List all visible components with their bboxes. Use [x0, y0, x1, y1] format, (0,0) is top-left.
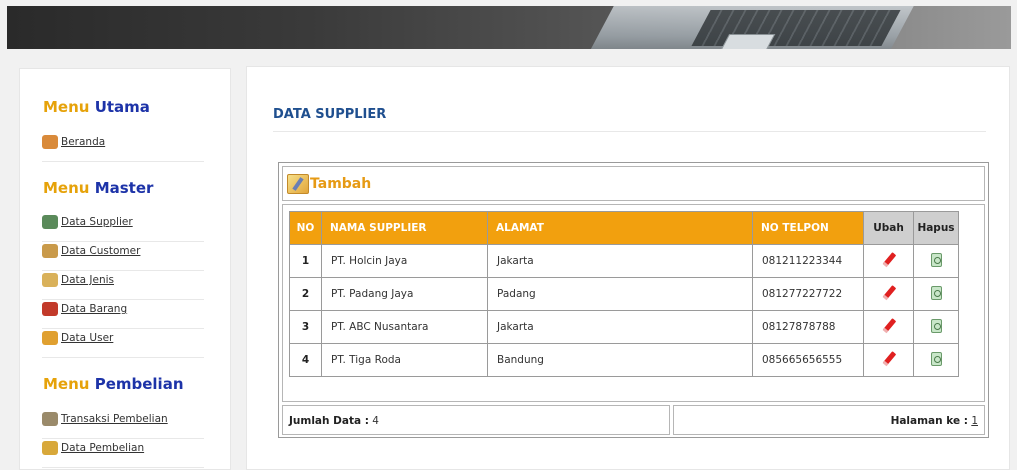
header-hapus: Hapus [913, 211, 959, 245]
add-label[interactable]: Tambah [310, 176, 371, 192]
cell-alamat: Bandung [487, 343, 753, 377]
cell-hapus [913, 277, 959, 311]
header-no: NO [289, 211, 322, 245]
sidebar-item-label[interactable]: Beranda [61, 135, 105, 148]
menu-master-heading: Menu Master [43, 179, 153, 197]
menu-utama-heading: Menu Utama [43, 98, 150, 116]
cell-alamat: Padang [487, 277, 753, 311]
cell-telp: 081211223344 [752, 244, 864, 278]
data-count: Jumlah Data : 4 [282, 405, 670, 435]
cell-ubah [863, 244, 914, 278]
page-title: DATA SUPPLIER [273, 107, 387, 122]
title-divider [273, 131, 986, 132]
menu-heading-word: Utama [94, 98, 150, 116]
sidebar-item-label[interactable]: Transaksi Pembelian [61, 412, 168, 425]
sidebar-item-label[interactable]: Data Barang [61, 302, 127, 315]
main-panel: DATA SUPPLIER Tambah NO NAMA SUPPLIER AL… [246, 66, 1010, 470]
sidebar-item-label[interactable]: Data Pembelian [61, 441, 144, 454]
menu-heading-word: Menu [43, 375, 90, 393]
sidebar-item-transaksi-pembelian[interactable]: Transaksi Pembelian [42, 412, 204, 439]
menu-pembelian-heading: Menu Pembelian [43, 375, 184, 393]
header-banner [7, 6, 1011, 49]
header-nama-supplier: NAMA SUPPLIER [321, 211, 488, 245]
data-count-value: 4 [372, 415, 379, 427]
cell-nama: PT. Tiga Roda [321, 343, 488, 377]
cell-telp: 085665656555 [752, 343, 864, 377]
header-ubah: Ubah [863, 211, 914, 245]
cell-alamat: Jakarta [487, 310, 753, 344]
supplier-table: NO NAMA SUPPLIER ALAMAT NO TELPON Ubah H… [289, 211, 959, 377]
cell-ubah [863, 277, 914, 311]
page-label: Halaman ke : [890, 415, 968, 427]
sidebar-item-data-barang[interactable]: Data Barang [42, 302, 204, 329]
sidebar-item-label[interactable]: Data Supplier [61, 215, 133, 228]
trash-icon[interactable] [930, 351, 942, 366]
sidebar: Menu Utama Beranda Menu Master Data Supp… [19, 68, 231, 470]
header-alamat: ALAMAT [487, 211, 753, 245]
trash-icon[interactable] [930, 285, 942, 300]
table-row: 3 PT. ABC Nusantara Jakarta 08127878788 [289, 310, 959, 344]
edit-icon[interactable] [882, 319, 896, 333]
cell-no: 4 [289, 343, 322, 377]
cell-nama: PT. Holcin Jaya [321, 244, 488, 278]
category-icon [42, 273, 58, 287]
cell-no: 3 [289, 310, 322, 344]
sidebar-item-label[interactable]: Data Customer [61, 244, 140, 257]
cell-ubah [863, 310, 914, 344]
menu-heading-word: Master [94, 179, 154, 197]
report-icon [42, 441, 58, 455]
customers-icon [42, 244, 58, 258]
sidebar-item-label[interactable]: Data User [61, 331, 113, 344]
box-icon [42, 302, 58, 316]
trash-icon[interactable] [930, 318, 942, 333]
sidebar-item-data-customer[interactable]: Data Customer [42, 244, 204, 271]
cell-nama: PT. Padang Jaya [321, 277, 488, 311]
cell-no: 1 [289, 244, 322, 278]
table-row: 4 PT. Tiga Roda Bandung 085665656555 [289, 343, 959, 377]
data-count-label: Jumlah Data : [289, 415, 369, 427]
page-link[interactable]: 1 [971, 415, 978, 427]
trash-icon[interactable] [930, 252, 942, 267]
cell-hapus [913, 310, 959, 344]
cart-icon [42, 412, 58, 426]
keyboard-image [691, 10, 901, 46]
edit-icon[interactable] [882, 352, 896, 366]
menu-heading-word: Menu [43, 179, 90, 197]
users-icon [42, 215, 58, 229]
add-supplier-button[interactable]: Tambah [282, 166, 985, 201]
home-icon [42, 135, 58, 149]
cell-nama: PT. ABC Nusantara [321, 310, 488, 344]
edit-icon[interactable] [882, 286, 896, 300]
pagination: Halaman ke : 1 [673, 405, 985, 435]
cell-hapus [913, 343, 959, 377]
table-row: 1 PT. Holcin Jaya Jakarta 081211223344 [289, 244, 959, 278]
menu-heading-word: Menu [43, 98, 90, 116]
sidebar-item-label[interactable]: Data Jenis [61, 273, 114, 286]
table-header-row: NO NAMA SUPPLIER ALAMAT NO TELPON Ubah H… [289, 211, 959, 245]
sidebar-item-beranda[interactable]: Beranda [42, 135, 204, 162]
sidebar-item-data-user[interactable]: Data User [42, 331, 204, 358]
supplier-box: Tambah NO NAMA SUPPLIER ALAMAT NO TELPON… [278, 162, 989, 438]
table-row: 2 PT. Padang Jaya Padang 081277227722 [289, 277, 959, 311]
sidebar-item-data-pembelian[interactable]: Data Pembelian [42, 441, 204, 468]
user-icon [42, 331, 58, 345]
touchpad-image [720, 34, 776, 49]
menu-heading-word: Pembelian [94, 375, 184, 393]
add-note-icon [287, 173, 309, 194]
cell-ubah [863, 343, 914, 377]
cell-no: 2 [289, 277, 322, 311]
cell-alamat: Jakarta [487, 244, 753, 278]
table-wrapper: NO NAMA SUPPLIER ALAMAT NO TELPON Ubah H… [282, 204, 985, 402]
sidebar-item-data-jenis[interactable]: Data Jenis [42, 273, 204, 300]
cell-telp: 08127878788 [752, 310, 864, 344]
sidebar-item-data-supplier[interactable]: Data Supplier [42, 215, 204, 242]
header-no-telpon: NO TELPON [752, 211, 864, 245]
cell-telp: 081277227722 [752, 277, 864, 311]
edit-icon[interactable] [882, 253, 896, 267]
cell-hapus [913, 244, 959, 278]
